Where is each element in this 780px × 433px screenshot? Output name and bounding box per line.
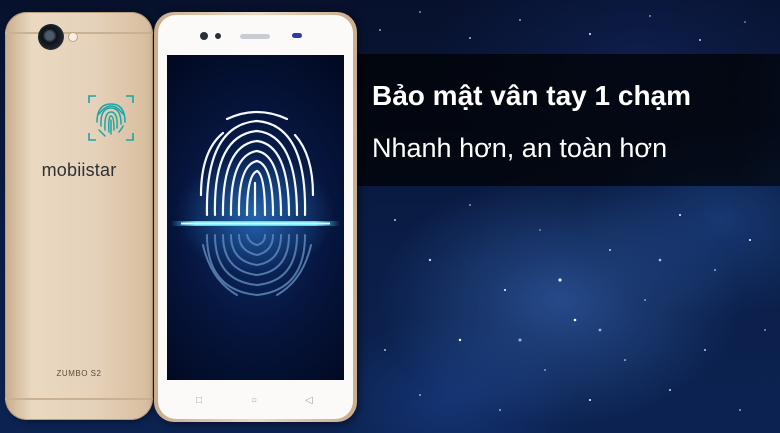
fingerprint-sensor-icon bbox=[88, 95, 134, 141]
back-button: ◁ bbox=[305, 395, 313, 406]
recent-apps-button: □ bbox=[196, 395, 203, 406]
text-banner bbox=[357, 54, 780, 186]
banner-headline: Bảo mật vân tay 1 chạm bbox=[372, 80, 692, 111]
fingerprint-scan-graphic bbox=[171, 110, 340, 297]
rear-camera bbox=[38, 24, 64, 50]
home-button: ○ bbox=[251, 395, 258, 406]
antenna-line bbox=[5, 32, 153, 34]
phone-screen bbox=[167, 55, 344, 380]
front-camera bbox=[200, 32, 208, 40]
phone-back: mobiistar ZUMBO S2 bbox=[5, 12, 153, 420]
rear-flash bbox=[69, 33, 77, 41]
front-sensor bbox=[215, 33, 221, 39]
brand-logo: mobiistar bbox=[41, 160, 117, 180]
model-label: ZUMBO S2 bbox=[56, 369, 102, 378]
antenna-line bbox=[5, 398, 153, 400]
banner-subline: Nhanh hơn, an toàn hơn bbox=[372, 133, 668, 163]
phone-front: □ ○ ◁ bbox=[154, 12, 357, 422]
front-flash bbox=[292, 33, 302, 38]
phone-face: □ ○ ◁ bbox=[158, 15, 353, 419]
earpiece bbox=[240, 34, 270, 39]
